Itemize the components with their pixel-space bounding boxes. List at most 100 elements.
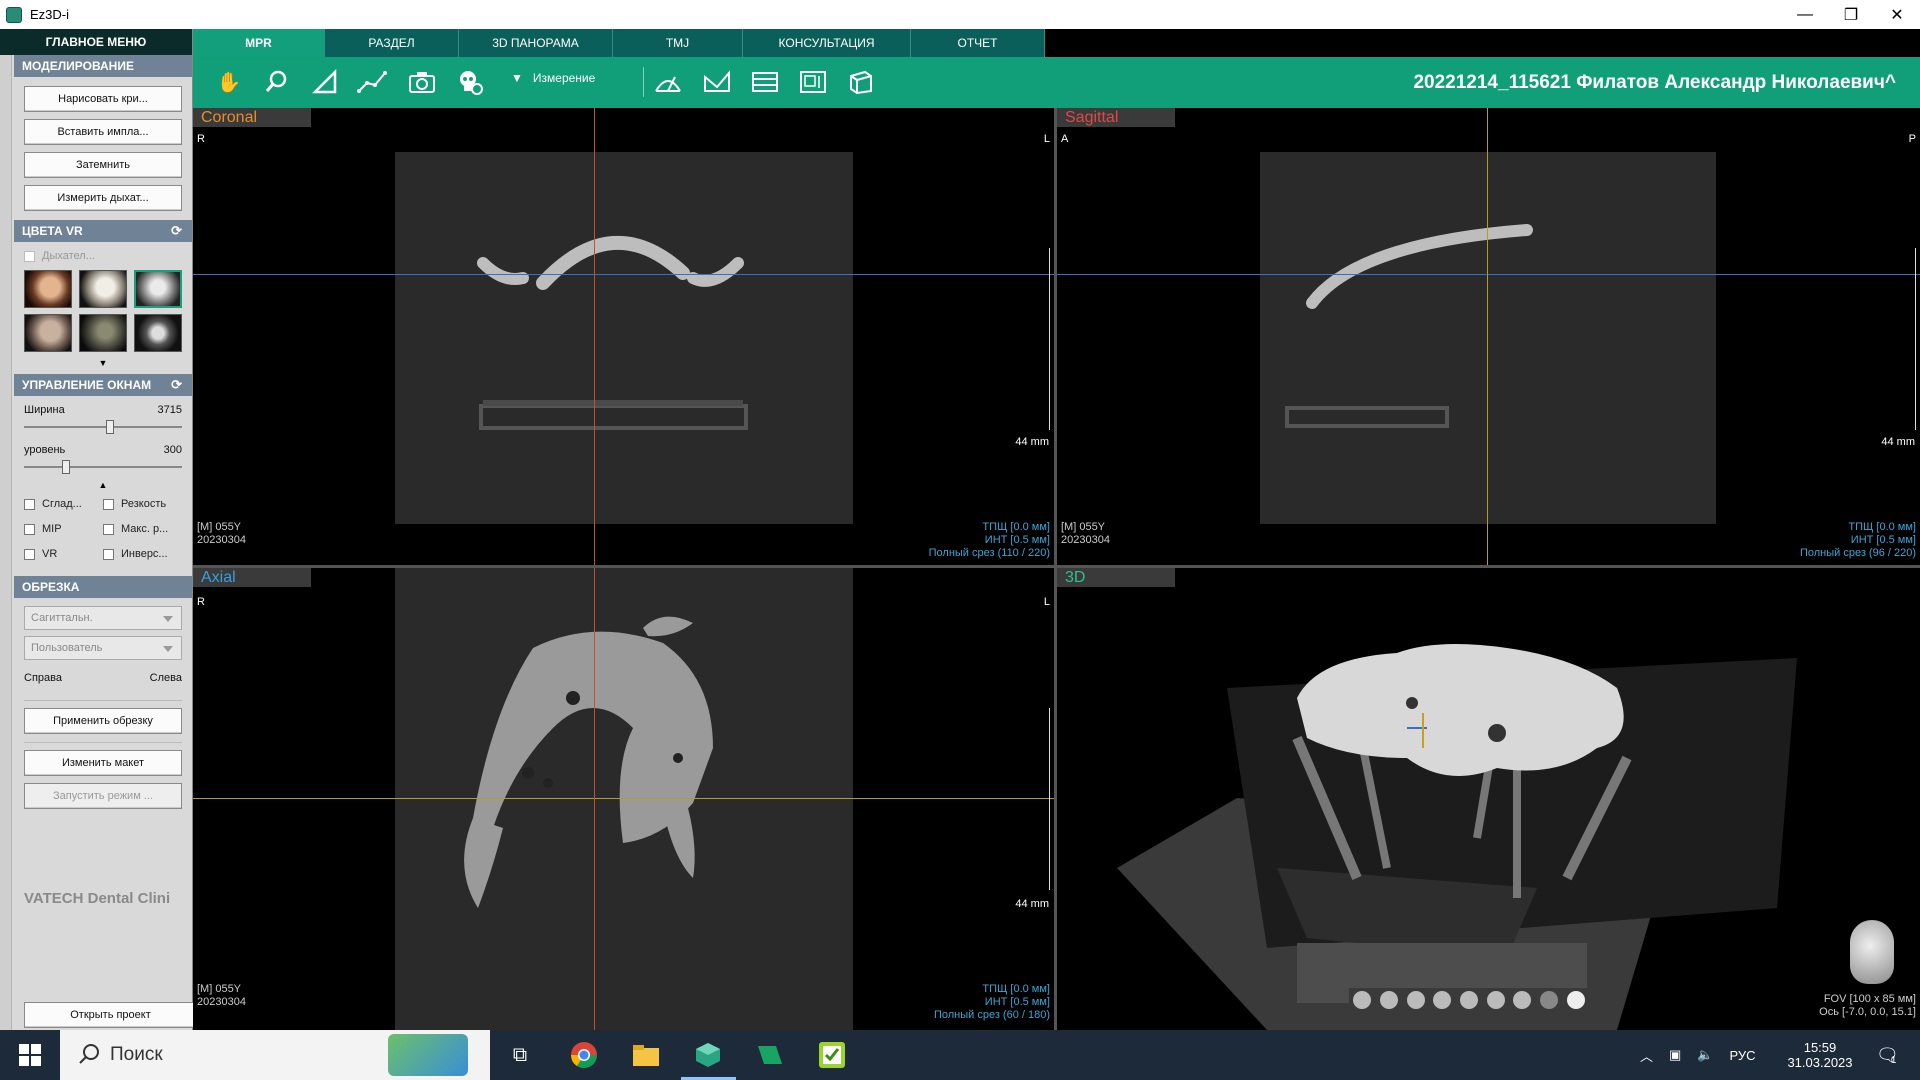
skull-settings-icon[interactable] — [455, 67, 485, 97]
tray-expand-icon[interactable]: ︿ — [1640, 1046, 1653, 1065]
tab-section[interactable]: РАЗДЕЛ — [325, 29, 459, 57]
slice-number: Полный срез (60 / 180) — [933, 1009, 1050, 1021]
head-orientation-icon[interactable] — [1850, 920, 1894, 984]
language-indicator[interactable]: РУС — [1730, 1048, 1756, 1063]
task-view-icon[interactable]: ⧉ — [504, 1039, 536, 1071]
max-checkbox[interactable]: Макс. р... — [103, 519, 182, 539]
collapse-arrow-icon[interactable]: ▲ — [24, 480, 182, 490]
open-project-button[interactable]: Открыть проект — [24, 1002, 197, 1028]
width-value: 3715 — [157, 404, 182, 416]
close-button[interactable]: ✕ — [1874, 0, 1920, 29]
view-right-icon[interactable] — [1433, 991, 1452, 1009]
smooth-checkbox[interactable]: Сглад... — [24, 494, 103, 514]
taskbar-search[interactable]: Поиск — [60, 1030, 490, 1080]
axial-reference-line[interactable] — [1057, 274, 1920, 275]
change-layout-button[interactable]: Изменить макет — [24, 750, 182, 776]
refresh-icon[interactable]: ⟳ — [171, 223, 182, 239]
green-app-icon[interactable] — [754, 1039, 786, 1071]
insert-implant-button[interactable]: Вставить импла... — [24, 119, 182, 145]
clock-date: 31.03.2023 — [1787, 1055, 1853, 1070]
zoom-icon[interactable] — [262, 67, 292, 97]
task-checklist-icon[interactable] — [816, 1039, 848, 1071]
view-selected-icon[interactable] — [1566, 991, 1585, 1009]
tab-consultation[interactable]: КОНСУЛЬТАЦИЯ — [743, 29, 911, 57]
minimize-button[interactable]: — — [1782, 0, 1828, 29]
view-left-icon[interactable] — [1406, 991, 1425, 1009]
measure-dropdown[interactable]: ▼ Измерение — [511, 71, 595, 85]
sagittal-reference-line[interactable] — [594, 108, 595, 565]
expand-arrow-icon[interactable]: ▼ — [24, 358, 182, 368]
notifications-button[interactable]: 🗨 1 — [1876, 1030, 1899, 1080]
mip-checkbox[interactable]: MIP — [24, 519, 103, 539]
view-reset-icon[interactable] — [1539, 991, 1558, 1009]
view-bottom-icon[interactable] — [1486, 991, 1505, 1009]
webcam-icon[interactable]: ▣ — [1669, 1047, 1681, 1063]
layers-icon[interactable] — [750, 67, 780, 97]
tab-3d-panorama[interactable]: 3D ПАНОРАМА — [459, 29, 613, 57]
skull-xray-preset-icon[interactable] — [134, 270, 182, 308]
draw-curve-button[interactable]: Нарисовать кри... — [24, 86, 182, 112]
left-panel: ГЛАВНОЕ МЕНЮ МОДЕЛИРОВАНИЕ Нарисовать кр… — [0, 29, 197, 1030]
ez3d-app-icon[interactable] — [692, 1039, 724, 1071]
maximize-button[interactable]: ❐ — [1828, 0, 1874, 29]
slice-number: Полный срез (110 / 220) — [928, 547, 1050, 559]
main-menu-button[interactable]: ГЛАВНОЕ МЕНЮ — [0, 29, 192, 55]
invert-checkbox[interactable]: Инверс... — [103, 544, 182, 564]
mode-tabs: MPR РАЗДЕЛ 3D ПАНОРАМА TMJ КОНСУЛЬТАЦИЯ … — [193, 29, 1045, 57]
tab-report[interactable]: ОТЧЕТ — [911, 29, 1045, 57]
patient-age: [M] 055Y — [197, 983, 242, 995]
coronal-reference-line[interactable] — [1487, 108, 1488, 565]
skull-dark-preset-icon[interactable] — [79, 314, 127, 352]
axial-label: Axial — [193, 568, 311, 587]
side-collapse-bar[interactable] — [0, 55, 12, 1030]
skull-mip-preset-icon[interactable] — [134, 314, 182, 352]
crop-plane-dropdown[interactable]: Сагиттальн. — [24, 606, 182, 630]
vr-checkbox[interactable]: VR — [24, 544, 103, 564]
view-front-icon[interactable] — [1353, 991, 1372, 1009]
brand-logo: VATECH Dental Clini — [24, 890, 171, 907]
file-explorer-icon[interactable] — [630, 1039, 662, 1071]
clock[interactable]: 15:59 31.03.2023 — [1770, 1030, 1870, 1080]
patient-age: [M] 055Y — [197, 521, 242, 533]
camera-icon[interactable] — [407, 67, 437, 97]
crop-mode-dropdown[interactable]: Пользователь — [24, 636, 182, 660]
width-slider[interactable] — [24, 420, 182, 434]
axial-reference-line[interactable] — [193, 274, 1054, 275]
view-back-icon[interactable] — [1379, 991, 1398, 1009]
skull-color-preset-icon[interactable] — [24, 270, 72, 308]
launch-mode-button[interactable]: Запустить режим ... — [24, 783, 182, 809]
view-oblique-icon[interactable] — [1513, 991, 1532, 1009]
cephalo-tool-icon[interactable] — [653, 67, 683, 97]
breath-checkbox[interactable]: Дыхател... — [24, 246, 182, 266]
coronal-reference-line[interactable] — [193, 798, 1054, 799]
envelope-measure-icon[interactable] — [702, 67, 732, 97]
darken-button[interactable]: Затемнить — [24, 152, 182, 178]
angle-measure-icon[interactable] — [310, 67, 340, 97]
tab-mpr[interactable]: MPR — [193, 29, 325, 57]
measure-airway-button[interactable]: Измерить дыхат... — [24, 185, 182, 211]
chevron-down-icon: ▼ — [511, 71, 523, 85]
pan-hand-icon[interactable]: ✋ — [214, 67, 244, 97]
view-top-icon[interactable] — [1459, 991, 1478, 1009]
level-slider[interactable] — [24, 460, 182, 474]
cube-icon[interactable] — [846, 67, 876, 97]
skull-bone-preset-icon[interactable] — [79, 270, 127, 308]
coronal-view[interactable]: Coronal R L 44 mm [M] 055Y 20230304 ТПЩ … — [193, 108, 1054, 565]
scale-ruler — [1910, 248, 1916, 430]
sagittal-reference-line[interactable] — [594, 568, 595, 1030]
study-date: 20230304 — [197, 534, 246, 546]
apply-crop-button[interactable]: Применить обрезку — [24, 708, 182, 734]
thickness-value: ТПЩ [0.0 мм] — [982, 983, 1050, 995]
volume-icon[interactable]: 🔈 — [1697, 1047, 1713, 1063]
windows-start-button[interactable] — [0, 1030, 60, 1080]
polyline-icon[interactable] — [357, 67, 387, 97]
axial-view[interactable]: Axial R L 44 mm [M] 055Y 20230304 ТПЩ [0… — [193, 568, 1054, 1030]
3d-view[interactable]: 3D FOV [100 x 85 мм] Ось [-7.0, 0.0, 15.… — [1057, 568, 1920, 1030]
refresh-icon[interactable]: ⟳ — [171, 377, 182, 393]
head-skin-preset-icon[interactable] — [24, 314, 72, 352]
tab-tmj[interactable]: TMJ — [613, 29, 743, 57]
sharpness-checkbox[interactable]: Резкость — [103, 494, 182, 514]
sagittal-view[interactable]: Sagittal A P 44 mm [M] 055Y 20230304 ТПЩ… — [1057, 108, 1920, 565]
grid-view-icon[interactable] — [798, 67, 828, 97]
chrome-icon[interactable] — [568, 1039, 600, 1071]
